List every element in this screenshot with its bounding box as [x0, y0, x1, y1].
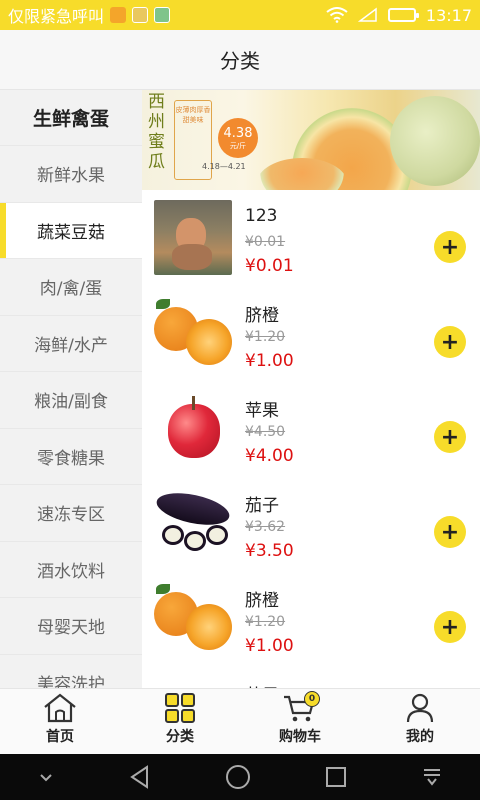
sidebar-item-beauty[interactable]: 美容洗护: [0, 655, 142, 688]
product-thumbnail: [154, 580, 232, 655]
sidebar-item-meat[interactable]: 肉/禽/蛋: [0, 259, 142, 316]
clock: 13:17: [425, 5, 472, 25]
battery-icon: [387, 8, 419, 22]
product-item[interactable]: 苹果 ¥4.50 ¥4.00 +: [142, 380, 480, 475]
product-list: 123 ¥0.01 ¥0.01 + 脐橙 ¥1.20 ¥1.00 + 苹果 ¥4…: [142, 190, 480, 688]
recent-apps-icon[interactable]: [323, 764, 349, 790]
banner-subtitle: 皮薄肉厚香甜美味: [175, 106, 211, 124]
tab-home-label: 首页: [46, 729, 74, 745]
product-old-price: ¥3.62: [245, 519, 286, 535]
sidebar-item-label: 酒水饮料: [37, 561, 105, 582]
sidebar-item-label: 生鲜禽蛋: [32, 108, 109, 130]
sidebar-item-drinks[interactable]: 酒水饮料: [0, 542, 142, 598]
product-item[interactable]: 苹果: [142, 665, 480, 688]
banner-title: 西州蜜瓜: [148, 92, 165, 172]
product-old-price: ¥4.50: [245, 424, 286, 440]
grid-icon: [165, 693, 195, 723]
banner-price-badge: 4.38 元/斤: [218, 118, 258, 158]
notification-icon: [110, 7, 127, 23]
page-title: 分类: [220, 49, 260, 73]
tab-mine-label: 我的: [406, 729, 434, 745]
sidebar-item-label: 蔬菜豆菇: [37, 222, 105, 243]
product-price: ¥1.00: [245, 636, 294, 656]
sidebar-item-snacks[interactable]: 零食糖果: [0, 429, 142, 485]
home-button-icon[interactable]: [224, 763, 252, 791]
product-name: 苹果: [245, 401, 279, 421]
page-header: 分类: [0, 30, 480, 90]
product-item[interactable]: 茄子 ¥3.62 ¥3.50 +: [142, 475, 480, 570]
sidebar-item-label: 新鲜水果: [37, 166, 105, 187]
product-name: 123: [245, 206, 278, 226]
banner-price: 4.38: [223, 125, 253, 141]
add-to-cart-button[interactable]: +: [434, 421, 466, 453]
tab-cart[interactable]: 0 购物车: [240, 689, 360, 754]
sidebar-item-vegetables[interactable]: 蔬菜豆菇: [0, 202, 142, 259]
product-thumbnail: [154, 295, 232, 370]
product-thumbnail: [154, 390, 232, 465]
add-to-cart-button[interactable]: +: [434, 611, 466, 643]
wifi-icon: [326, 7, 348, 23]
chevron-down-icon[interactable]: [36, 767, 56, 787]
add-to-cart-button[interactable]: +: [434, 516, 466, 548]
home-icon: [44, 693, 76, 723]
product-price: ¥0.01: [245, 256, 294, 276]
product-old-price: ¥1.20: [245, 614, 286, 630]
product-thumbnail: [154, 485, 232, 560]
add-to-cart-button[interactable]: +: [434, 231, 466, 263]
product-thumbnail: [154, 200, 232, 275]
sidebar-item-label: 母婴天地: [37, 618, 105, 639]
product-price: ¥3.50: [245, 541, 294, 561]
gallery-icon: [132, 7, 149, 23]
tab-mine[interactable]: 我的: [360, 689, 480, 754]
sidebar-item-grain[interactable]: 粮油/副食: [0, 372, 142, 429]
product-area: 西州蜜瓜 皮薄肉厚香甜美味 4.38 元/斤 4.18—4.21 123 ¥0.…: [142, 90, 480, 688]
product-old-price: ¥1.20: [245, 329, 286, 345]
product-old-price: ¥0.01: [245, 234, 286, 250]
banner-unit: 元/斤: [229, 141, 247, 150]
product-price: ¥1.00: [245, 351, 294, 371]
user-icon: [406, 693, 434, 723]
sidebar-item-label: 美容洗护: [37, 674, 105, 688]
product-name: 脐橙: [245, 591, 279, 611]
tab-category[interactable]: 分类: [120, 689, 240, 754]
sidebar-item-frozen[interactable]: 速冻专区: [0, 485, 142, 542]
sidebar-item-fruit[interactable]: 新鲜水果: [0, 146, 142, 203]
tab-cart-label: 购物车: [279, 729, 321, 745]
product-thumbnail: [154, 675, 232, 688]
product-name: 脐橙: [245, 306, 279, 326]
add-to-cart-button[interactable]: +: [434, 326, 466, 358]
cart-count-badge: 0: [304, 691, 320, 707]
sidebar-item-label: 速冻专区: [37, 505, 105, 526]
product-item[interactable]: 脐橙 ¥1.20 ¥1.00 +: [142, 570, 480, 665]
signal-icon: [357, 7, 377, 22]
sidebar-item-label: 零食糖果: [37, 448, 105, 469]
sidebar-item-fresh[interactable]: 生鲜禽蛋: [0, 90, 142, 146]
sidebar-item-label: 海鲜/水产: [34, 335, 108, 356]
product-price: ¥4.00: [245, 446, 294, 466]
app-icon: [154, 7, 171, 23]
melon-whole-image: [390, 96, 480, 186]
system-nav-bar: [0, 754, 480, 800]
sidebar-item-baby[interactable]: 母婴天地: [0, 598, 142, 655]
product-name: 茄子: [245, 496, 279, 516]
sidebar-item-label: 肉/禽/蛋: [39, 279, 103, 300]
promo-banner[interactable]: 西州蜜瓜 皮薄肉厚香甜美味 4.38 元/斤 4.18—4.21: [142, 90, 480, 190]
tab-home[interactable]: 首页: [0, 689, 120, 754]
notification-pull-icon[interactable]: [420, 765, 444, 789]
carrier-text: 仅限紧急呼叫: [8, 7, 105, 26]
back-icon[interactable]: [127, 764, 153, 790]
status-bar: 仅限紧急呼叫 13:17: [0, 0, 480, 30]
category-sidebar: 生鲜禽蛋 新鲜水果 蔬菜豆菇 肉/禽/蛋 海鲜/水产 粮油/副食 零食糖果 速冻…: [0, 90, 142, 688]
sidebar-item-seafood[interactable]: 海鲜/水产: [0, 316, 142, 372]
product-item[interactable]: 脐橙 ¥1.20 ¥1.00 +: [142, 285, 480, 380]
product-item[interactable]: 123 ¥0.01 ¥0.01 +: [142, 190, 480, 285]
sidebar-item-label: 粮油/副食: [34, 392, 108, 413]
tab-category-label: 分类: [166, 729, 194, 745]
banner-dates: 4.18—4.21: [202, 162, 246, 171]
bottom-tab-bar: 首页 分类 0 购物车 我的: [0, 688, 480, 754]
product-name: 苹果: [245, 681, 279, 688]
